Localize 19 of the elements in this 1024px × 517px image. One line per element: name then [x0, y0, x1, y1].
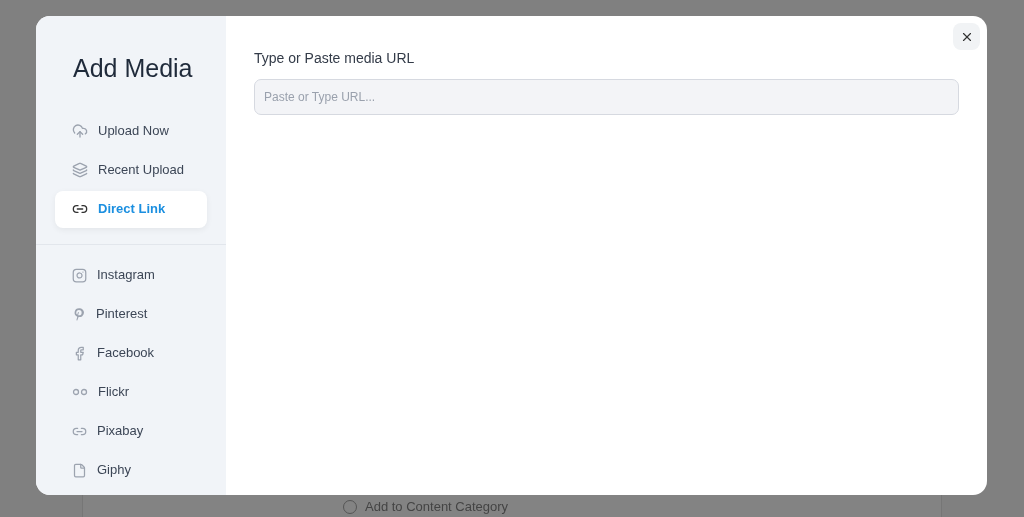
- radio-label: Add to Content Category: [365, 499, 509, 514]
- pinterest-icon: [72, 307, 86, 321]
- sidebar-item[interactable]: Giphy: [55, 451, 207, 489]
- close-button[interactable]: [953, 23, 980, 50]
- cloud-upload-icon: [72, 123, 88, 139]
- modal-title: Add Media: [72, 53, 194, 84]
- sidebar-item[interactable]: Pinterest: [55, 295, 207, 333]
- sidebar-item[interactable]: Upload Now: [55, 112, 207, 150]
- sidebar-item[interactable]: Recent Upload: [55, 151, 207, 189]
- file-icon: [72, 462, 87, 478]
- sidebar-item[interactable]: Pixabay: [55, 412, 207, 450]
- sidebar-item[interactable]: Facebook: [55, 334, 207, 372]
- flickr-icon: [72, 388, 88, 396]
- instagram-icon: [72, 267, 87, 283]
- sidebar-item[interactable]: Instagram: [55, 256, 207, 294]
- layers-icon: [72, 162, 88, 178]
- field-label: Type or Paste media URL: [254, 49, 416, 68]
- url-input[interactable]: Paste or Type URL...: [254, 79, 959, 115]
- sidebar-item[interactable]: Flickr: [55, 373, 207, 411]
